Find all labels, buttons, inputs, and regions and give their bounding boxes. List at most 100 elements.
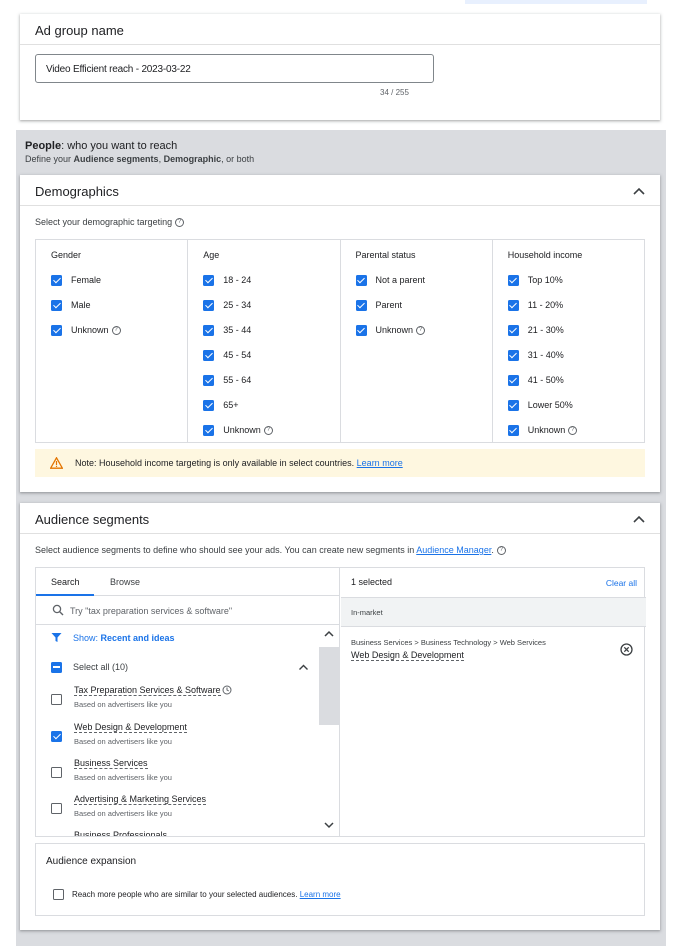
checkbox[interactable] <box>203 274 215 286</box>
top-strip <box>465 0 647 4</box>
selected-segment-name: Web Design & Development <box>351 650 464 661</box>
audience-item-title[interactable]: Web Design & Development <box>74 722 187 733</box>
demographic-option[interactable]: Unknown? <box>51 324 121 336</box>
list-scrollbar[interactable] <box>319 625 339 836</box>
option-label: Unknown <box>223 425 261 435</box>
selected-header: 1 selected Clear all <box>341 568 646 598</box>
demographic-option[interactable]: Top 10% <box>507 274 563 286</box>
option-label: 35 - 44 <box>223 325 252 335</box>
help-icon[interactable]: ? <box>568 425 578 435</box>
chevron-up-icon[interactable] <box>632 184 646 198</box>
option-label: Unknown <box>71 325 109 335</box>
option-label: 11 - 20% <box>527 300 564 310</box>
checkbox[interactable] <box>507 374 519 386</box>
demographics-grid: Gender Female Male Unknown? Age 18 - 24 25 - 3… <box>35 239 645 443</box>
demographic-column-parental-status: Parental status Not a parent Parent Unknown… <box>341 240 493 442</box>
demographic-column-household-income: Household income Top 10% 11 - 20% 21 - 30% 3… <box>493 240 644 442</box>
demographics-header[interactable]: Demographics <box>20 175 660 206</box>
ad-group-name-value[interactable]: Video Efficient reach - 2023-03-22 <box>46 64 191 75</box>
audience-checkbox[interactable] <box>51 694 62 705</box>
audience-item-title[interactable]: Advertising & Marketing Services <box>74 794 207 805</box>
scroll-up-icon[interactable] <box>323 628 335 640</box>
audience-item-title[interactable]: Tax Preparation Services & Software <box>74 685 221 696</box>
checkbox[interactable] <box>203 399 215 411</box>
checkbox[interactable] <box>507 349 519 361</box>
remove-icon[interactable] <box>620 643 633 656</box>
demographic-option[interactable]: Unknown? <box>355 324 426 336</box>
demographic-option[interactable]: 21 - 30% <box>507 324 564 336</box>
checkbox[interactable] <box>507 299 519 311</box>
audience-header[interactable]: Audience segments <box>20 503 660 534</box>
checkbox[interactable] <box>203 424 215 436</box>
help-icon[interactable]: ? <box>175 218 185 228</box>
checkbox[interactable] <box>203 349 215 361</box>
audience-segments-card: Audience segments Select audience segmen… <box>20 503 660 930</box>
demographic-option[interactable]: Unknown? <box>507 424 578 436</box>
audience-item-title[interactable]: Business Services <box>74 758 148 769</box>
audience-expansion: Audience expansion Reach more people who… <box>35 843 645 916</box>
demographic-option[interactable]: 11 - 20% <box>507 299 564 311</box>
checkbox[interactable] <box>51 324 62 336</box>
expansion-row[interactable]: Reach more people who are similar to you… <box>53 888 341 900</box>
audience-checkbox[interactable] <box>51 803 62 814</box>
demographic-option[interactable]: 65+ <box>203 399 239 411</box>
option-label: 55 - 64 <box>223 375 252 385</box>
audience-checkbox[interactable] <box>51 767 62 778</box>
audience-item-title[interactable]: Business Professionals <box>74 830 167 836</box>
audience-manager-link[interactable]: Audience Manager <box>416 545 491 555</box>
audience-checkbox[interactable] <box>51 731 62 742</box>
checkbox[interactable] <box>203 299 215 311</box>
help-icon[interactable]: ? <box>496 546 506 556</box>
demographic-option[interactable]: 41 - 50% <box>507 374 564 386</box>
checkbox[interactable] <box>51 274 62 286</box>
checkbox[interactable] <box>355 299 367 311</box>
char-counter: 34 / 255 <box>380 88 409 97</box>
option-label: Lower 50% <box>527 400 573 410</box>
demographics-title: Demographics <box>35 184 119 199</box>
expansion-checkbox[interactable] <box>53 888 64 900</box>
scroll-down-icon[interactable] <box>323 819 335 831</box>
learn-more-link[interactable]: Learn more <box>357 458 403 468</box>
checkbox[interactable] <box>507 274 519 286</box>
clear-all-button[interactable]: Clear all <box>606 578 637 588</box>
checkbox[interactable] <box>203 374 215 386</box>
demographic-column-gender: Gender Female Male Unknown? <box>36 240 189 442</box>
option-label: 41 - 50% <box>527 375 564 385</box>
people-subtitle: Define your Audience segments, Demograph… <box>25 154 255 164</box>
demographic-option[interactable]: Unknown? <box>203 424 273 436</box>
demographic-option[interactable]: 18 - 24 <box>203 274 251 286</box>
ad-group-name-card: Ad group name Video Efficient reach - 20… <box>20 14 660 120</box>
ad-group-name-input[interactable]: Video Efficient reach - 2023-03-22 <box>35 54 434 83</box>
learn-more-link[interactable]: Learn more <box>300 890 341 899</box>
option-label: Female <box>71 275 102 285</box>
demographic-column-age: Age 18 - 24 25 - 34 35 - 44 45 - 54 55 - 64 65… <box>188 240 341 442</box>
checkbox[interactable] <box>51 299 62 311</box>
warning-icon <box>50 457 63 469</box>
checkbox[interactable] <box>355 274 367 286</box>
demographic-option[interactable]: 55 - 64 <box>203 374 251 386</box>
demographic-option[interactable]: Lower 50% <box>507 399 573 411</box>
demographic-option[interactable]: Female <box>51 274 101 286</box>
demographic-option[interactable]: 25 - 34 <box>203 299 251 311</box>
checkbox[interactable] <box>355 324 367 336</box>
demographic-option[interactable]: 35 - 44 <box>203 324 251 336</box>
ad-group-title: Ad group name <box>35 23 124 38</box>
checkbox[interactable] <box>203 324 215 336</box>
scroll-thumb[interactable] <box>319 647 339 725</box>
demographics-card: Demographics Select your demographic tar… <box>20 175 660 492</box>
demographic-option[interactable]: 31 - 40% <box>507 349 564 361</box>
chevron-up-icon[interactable] <box>632 512 646 526</box>
option-label: 31 - 40% <box>527 350 564 360</box>
option-label: 65+ <box>223 400 239 410</box>
help-icon[interactable]: ? <box>111 325 121 335</box>
demographic-option[interactable]: Parent <box>355 299 402 311</box>
help-icon[interactable]: ? <box>416 325 426 335</box>
demographic-option[interactable]: Not a parent <box>355 274 425 286</box>
checkbox[interactable] <box>507 424 519 436</box>
income-note: Note: Household income targeting is only… <box>35 449 645 477</box>
checkbox[interactable] <box>507 399 519 411</box>
demographic-option[interactable]: 45 - 54 <box>203 349 251 361</box>
demographic-option[interactable]: Male <box>51 299 91 311</box>
help-icon[interactable]: ? <box>263 425 273 435</box>
checkbox[interactable] <box>507 324 519 336</box>
